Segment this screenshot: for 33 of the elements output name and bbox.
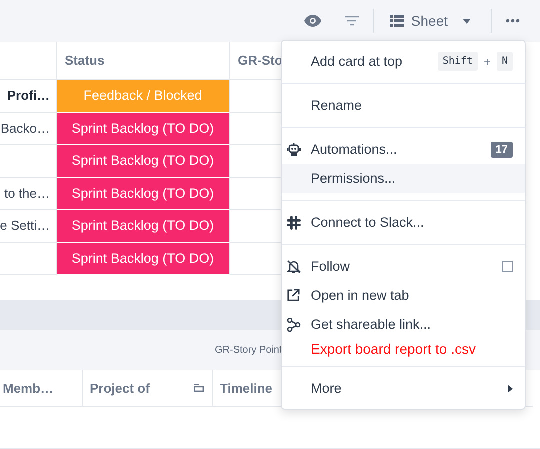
- menu-item[interactable]: Rename: [282, 91, 525, 120]
- bell-off-icon: [287, 260, 301, 274]
- menu-item[interactable]: Export board report to .csv: [282, 339, 525, 359]
- menu-item[interactable]: Automations... 17: [282, 135, 525, 164]
- filter-icon[interactable]: [345, 16, 360, 26]
- keyboard-key: Shift: [438, 52, 478, 71]
- more-icon[interactable]: [506, 19, 520, 23]
- share-icon: [287, 318, 301, 332]
- column-header[interactable]: Memb…: [0, 370, 83, 407]
- list-icon: [390, 15, 404, 27]
- status-label[interactable]: Sprint Backlog (TO DO): [57, 242, 230, 275]
- caret-icon: [463, 18, 471, 24]
- hash-grid-icon: [287, 216, 301, 230]
- status-label[interactable]: Sprint Backlog (TO DO): [57, 178, 230, 210]
- column-type-icon: [194, 384, 204, 392]
- status-label[interactable]: Sprint Backlog (TO DO): [57, 112, 230, 145]
- view-dropdown[interactable]: Sheet: [380, 9, 485, 33]
- robot-icon: [287, 142, 301, 156]
- count-badge: 17: [490, 142, 513, 158]
- menu-item[interactable]: Open in new tab: [282, 281, 525, 310]
- checkbox[interactable]: [502, 261, 513, 272]
- group-label: GR-Story Point: [215, 344, 282, 356]
- column-header[interactable]: Project of: [83, 370, 213, 407]
- menu-item[interactable]: Follow: [282, 252, 525, 281]
- keyboard-key: N: [496, 52, 513, 71]
- submenu-arrow-icon: [508, 384, 513, 392]
- menu-item[interactable]: Get shareable link...: [282, 310, 525, 339]
- external-link-icon: [287, 289, 300, 302]
- status-label[interactable]: Sprint Backlog (TO DO): [57, 210, 230, 242]
- eye-icon[interactable]: [304, 15, 322, 27]
- menu-item[interactable]: Permissions...: [282, 164, 525, 193]
- status-label[interactable]: Sprint Backlog (TO DO): [57, 145, 230, 178]
- menu-item[interactable]: Connect to Slack...: [282, 208, 525, 237]
